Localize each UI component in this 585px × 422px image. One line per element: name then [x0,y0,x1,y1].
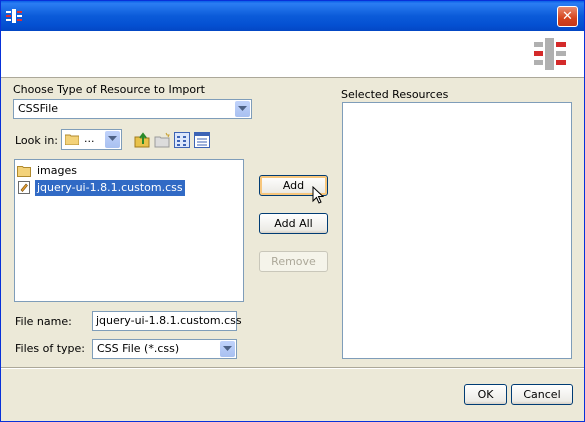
import-resources-dialog: ✕ Choose Type of Resource to Import CSSF… [0,0,585,422]
brand-logo-icon [534,38,566,70]
file-name: images [37,164,77,177]
look-in-value: ... [84,132,95,145]
selected-resources-list[interactable] [342,102,572,359]
folder-icon [65,134,79,145]
look-in-label: Look in: [15,134,58,147]
chevron-down-icon[interactable] [235,101,250,117]
list-view-icon[interactable] [174,132,190,148]
resource-type-select[interactable]: CSSFile [13,99,252,119]
look-in-select[interactable]: ... [61,129,122,150]
footer-divider-highlight [1,368,584,369]
choose-type-label: Choose Type of Resource to Import [13,83,205,96]
app-logo-icon [6,9,22,23]
file-name-field[interactable]: jquery-ui-1.8.1.custom.css [92,311,242,331]
mouse-cursor-icon [312,186,324,204]
new-folder-icon[interactable] [154,132,170,148]
add-all-button[interactable]: Add All [259,213,328,234]
file-name-value: jquery-ui-1.8.1.custom.css [96,314,242,327]
chevron-down-icon[interactable] [105,131,120,148]
files-of-type-select[interactable]: CSS File (*.css) [92,339,237,359]
details-view-icon[interactable] [194,132,210,148]
resource-type-value: CSSFile [18,102,59,115]
chevron-down-icon[interactable] [220,341,235,357]
files-of-type-label: Files of type: [15,342,86,355]
close-icon: ✕ [562,9,573,24]
title-bar[interactable]: ✕ [1,1,584,31]
selected-resources-title: Selected Resources [341,88,449,101]
up-folder-icon[interactable] [134,132,150,148]
files-of-type-value: CSS File (*.css) [97,342,180,355]
file-name: jquery-ui-1.8.1.custom.css [35,180,185,196]
css-file-icon [18,181,30,194]
file-name-label: File name: [15,315,72,328]
folder-icon [17,166,31,177]
ok-button[interactable]: OK [464,384,507,405]
close-button[interactable]: ✕ [557,6,578,27]
remove-button[interactable]: Remove [259,251,328,272]
cancel-button[interactable]: Cancel [511,384,573,405]
file-list[interactable]: images jquery-ui-1.8.1.custom.css [14,159,244,302]
dialog-banner [1,31,584,78]
